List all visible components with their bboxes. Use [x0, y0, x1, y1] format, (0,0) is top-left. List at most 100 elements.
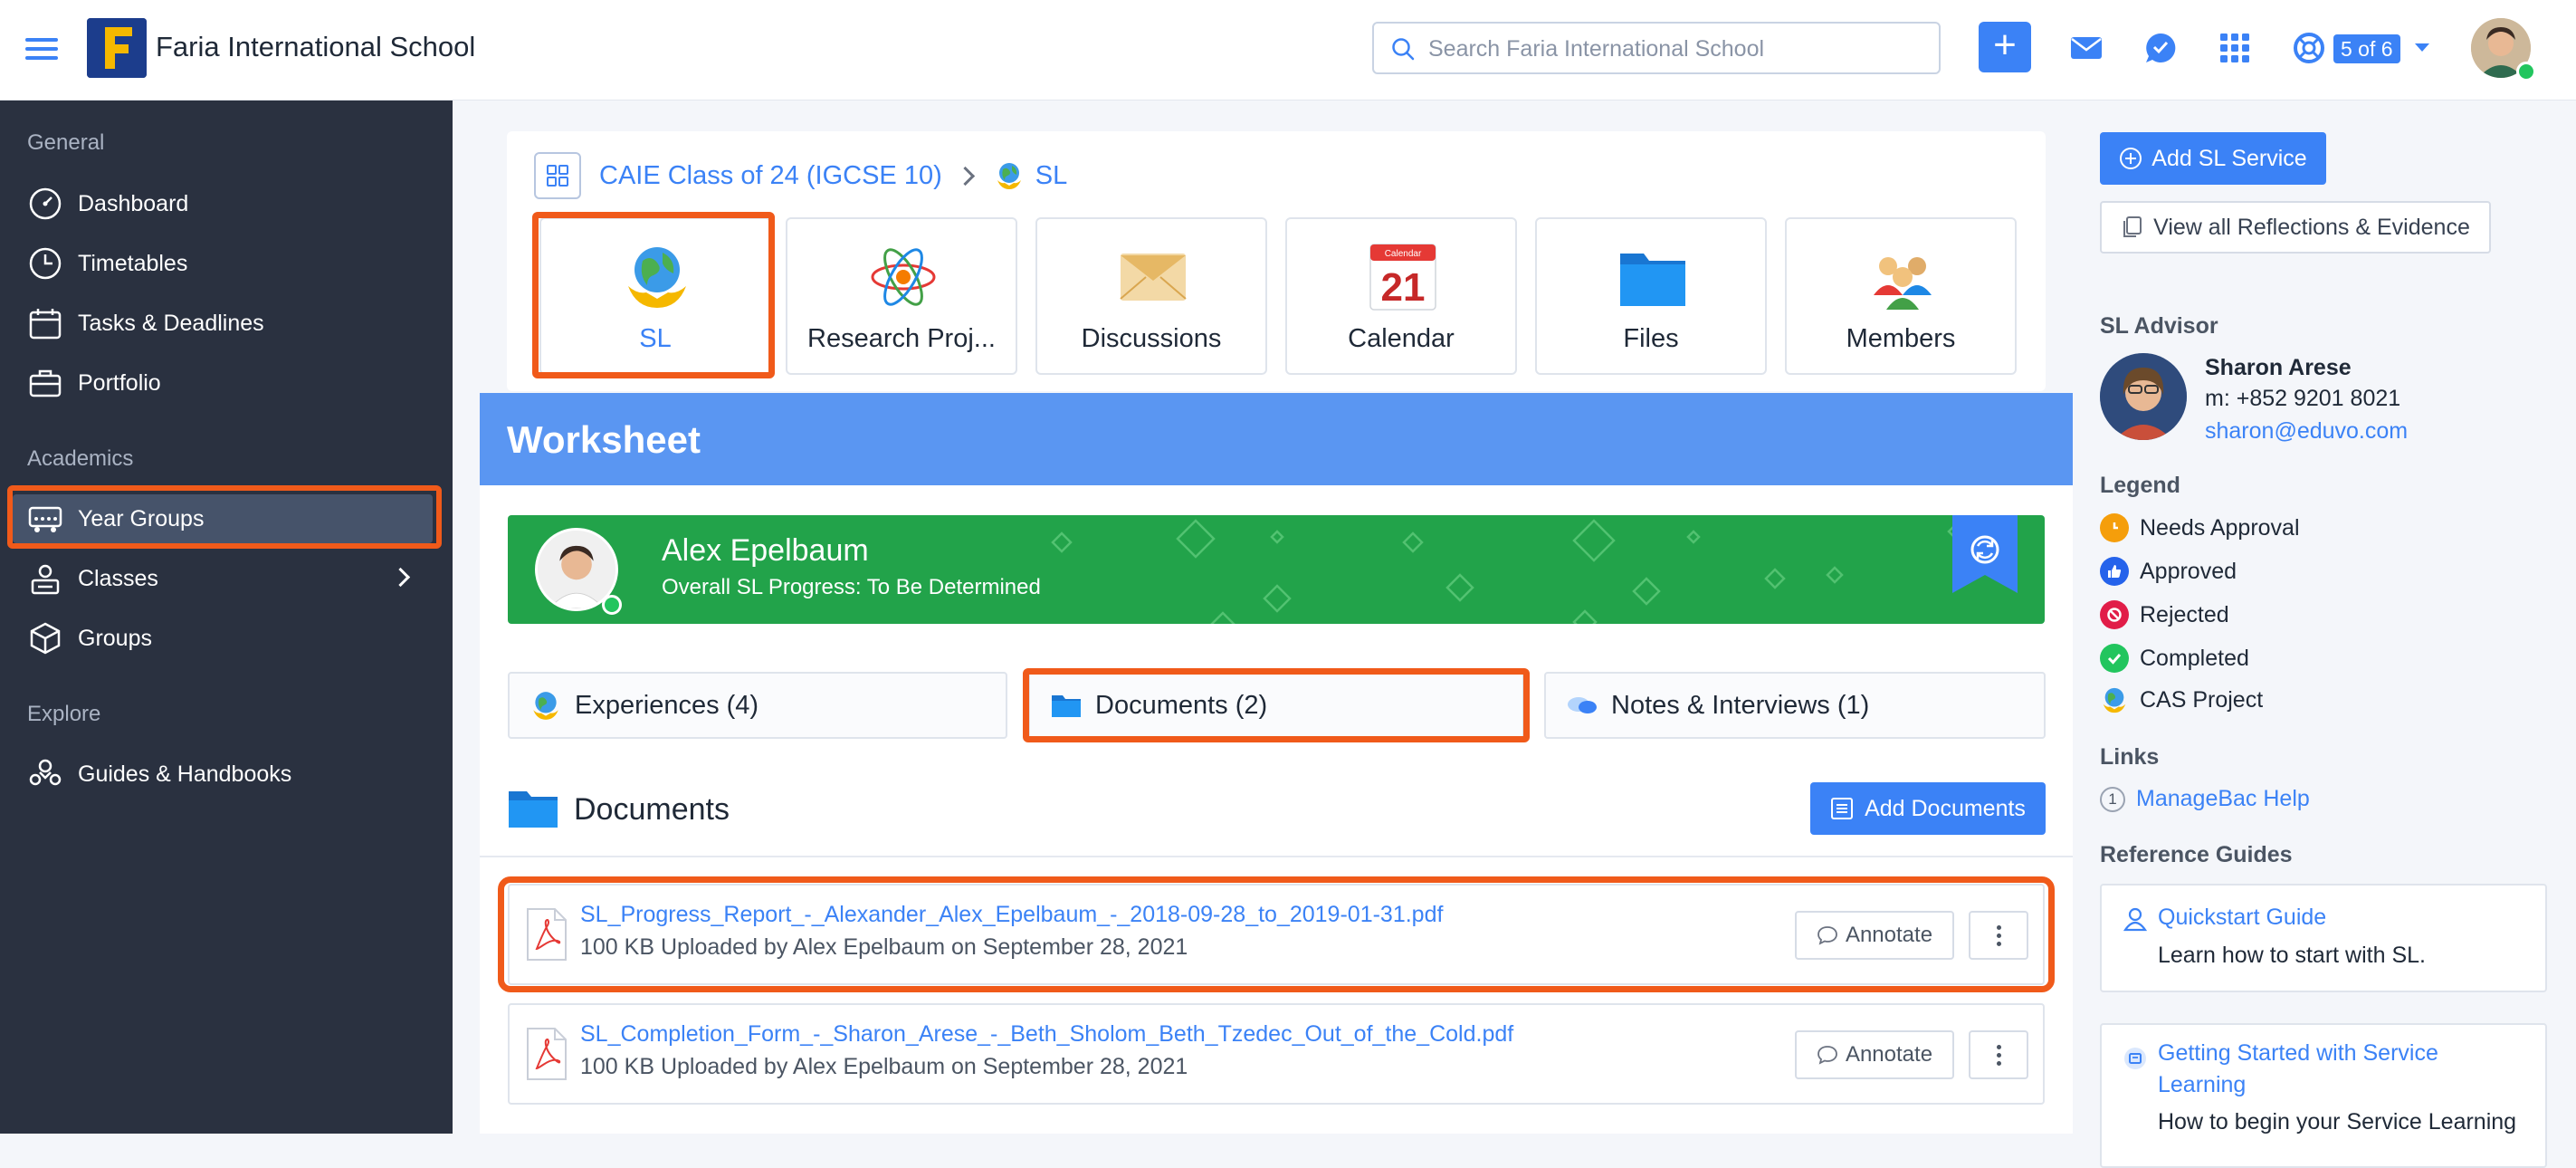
tile-research-project[interactable]: Research Proj...: [786, 217, 1017, 375]
briefcase-icon: [29, 369, 62, 397]
dashboard-icon: [29, 187, 62, 220]
add-documents-button[interactable]: Add Documents: [1810, 782, 2046, 835]
top-bar: Faria International School + 5 of 6: [0, 0, 2576, 101]
section-divider: [480, 856, 2073, 857]
lifebuoy-icon: [2294, 33, 2324, 63]
legend-label: Rejected: [2140, 601, 2229, 627]
sidebar-item-groups[interactable]: Groups: [27, 614, 434, 663]
tile-label: Research Proj...: [807, 324, 996, 353]
grid-icon[interactable]: [534, 152, 581, 199]
guide-title[interactable]: Getting Started with Service Learning: [2158, 1038, 2529, 1101]
document-list-icon: [1831, 798, 1854, 819]
tile-calendar[interactable]: Calendar 21 Calendar: [1285, 217, 1517, 375]
tab-notes-interviews[interactable]: Notes & Interviews (1): [1544, 672, 2046, 739]
document-row[interactable]: SL_Completion_Form_-_Sharon_Arese_-_Beth…: [508, 1003, 2045, 1105]
advisor-name: Sharon Arese: [2205, 355, 2352, 380]
sidebar-item-timetables[interactable]: Timetables: [27, 239, 434, 288]
view-all-reflections-button[interactable]: View all Reflections & Evidence: [2100, 201, 2491, 254]
tile-files[interactable]: Files: [1535, 217, 1767, 375]
menu-icon[interactable]: [25, 33, 58, 65]
calendar-icon: [29, 309, 62, 340]
guide-title[interactable]: Quickstart Guide: [2158, 902, 2529, 933]
tile-label: Files: [1623, 324, 1679, 353]
more-options-icon[interactable]: [1969, 1030, 2028, 1079]
annotate-button[interactable]: Annotate: [1795, 1030, 1954, 1079]
diamond-pattern: [1051, 519, 1965, 624]
atom-icon: [871, 248, 936, 306]
add-documents-label: Add Documents: [1865, 795, 2026, 821]
globe-hands-icon: [2100, 685, 2129, 714]
folder-icon: [1620, 254, 1685, 306]
chat-icon[interactable]: [2140, 27, 2181, 69]
online-status-dot: [2516, 62, 2536, 81]
documents-tab-highlight: [1023, 668, 1530, 742]
tab-experiences[interactable]: Experiences (4): [508, 672, 1007, 739]
folder-icon: [509, 791, 558, 828]
guide-card-getting-started[interactable]: Getting Started with Service Learning Ho…: [2100, 1023, 2547, 1168]
year-groups-highlight: [7, 485, 442, 549]
calendar-month-text: Calendar: [1385, 249, 1422, 259]
add-button[interactable]: +: [1979, 22, 2031, 72]
search-input[interactable]: [1426, 33, 1919, 65]
sidebar-section-academics: Academics: [27, 446, 134, 471]
guide-description: Learn how to start with SL.: [2158, 943, 2426, 968]
calendar-day-text: 21: [1381, 265, 1426, 310]
worksheet-title: Worksheet: [507, 418, 701, 461]
school-logo[interactable]: [87, 18, 147, 78]
chevron-right-icon: [955, 166, 975, 186]
sidebar-item-label: Groups: [78, 625, 152, 651]
tile-discussions[interactable]: Discussions: [1035, 217, 1267, 375]
ban-icon: [2100, 600, 2129, 629]
sidebar-item-guides[interactable]: Guides & Handbooks: [27, 750, 434, 799]
search-box[interactable]: [1372, 22, 1941, 74]
annotate-label: Annotate: [1845, 1042, 1933, 1067]
breadcrumb-parent[interactable]: CAIE Class of 24 (IGCSE 10): [599, 161, 942, 191]
link-label: ManageBac Help: [2136, 786, 2310, 811]
document-name[interactable]: SL_Completion_Form_-_Sharon_Arese_-_Beth…: [580, 1021, 1513, 1048]
legend-approved: Approved: [2100, 556, 2237, 587]
add-sl-service-button[interactable]: Add SL Service: [2100, 132, 2326, 185]
chevron-down-icon: [2415, 43, 2429, 52]
student-name: Alex Epelbaum: [662, 533, 869, 568]
link-number: 1: [2100, 786, 2125, 812]
sidebar-item-portfolio[interactable]: Portfolio: [27, 359, 434, 407]
tile-label: Discussions: [1081, 324, 1222, 353]
apps-grid-icon[interactable]: [2214, 27, 2256, 69]
documents-title: Documents: [574, 791, 730, 827]
copy-icon: [2123, 216, 2142, 237]
link-managebac-help[interactable]: 1 ManageBac Help: [2100, 786, 2310, 812]
sidebar-item-label: Guides & Handbooks: [78, 761, 292, 787]
legend-label: CAS Project: [2140, 686, 2264, 713]
envelope-icon: [1120, 254, 1187, 301]
sidebar-item-label: Dashboard: [78, 190, 189, 216]
sl-advisor-heading: SL Advisor: [2100, 313, 2218, 339]
legend-label: Needs Approval: [2140, 514, 2300, 541]
chat-bubbles-icon: [1568, 697, 1597, 713]
tile-members[interactable]: Members: [1785, 217, 2017, 375]
student-progress-banner: Alex Epelbaum Overall SL Progress: To Be…: [508, 515, 2045, 624]
legend-needs-approval: Needs Approval: [2100, 512, 2300, 543]
guide-card-quickstart[interactable]: Quickstart Guide Learn how to start with…: [2100, 884, 2547, 992]
tab-label: Experiences (4): [575, 690, 759, 720]
comment-icon: [1818, 1046, 1837, 1065]
sidebar-item-dashboard[interactable]: Dashboard: [27, 179, 434, 228]
document-highlight: [498, 876, 2055, 992]
sidebar-section-general: General: [27, 130, 105, 155]
legend-label: Approved: [2140, 558, 2237, 584]
tile-label: Calendar: [1348, 324, 1455, 353]
sidebar-item-classes[interactable]: Classes: [27, 554, 434, 603]
reference-guides-heading: Reference Guides: [2100, 842, 2293, 867]
service-learning-icon: [2124, 1048, 2146, 1069]
breadcrumb-current[interactable]: SL: [1035, 161, 1067, 191]
advisor-avatar[interactable]: [2100, 353, 2187, 440]
school-name[interactable]: Faria International School: [156, 31, 475, 63]
sidebar-item-tasks[interactable]: Tasks & Deadlines: [27, 299, 434, 348]
advisor-email[interactable]: sharon@eduvo.com: [2205, 418, 2408, 445]
classes-icon: [31, 564, 60, 595]
mail-icon[interactable]: [2066, 27, 2107, 69]
tile-label: Members: [1846, 324, 1956, 353]
switcher-badge: 5 of 6: [2333, 34, 2400, 63]
refresh-bookmark-icon[interactable]: [1952, 515, 2018, 593]
sl-tile-highlight: [532, 212, 775, 378]
clock-status-icon: [2100, 513, 2129, 542]
